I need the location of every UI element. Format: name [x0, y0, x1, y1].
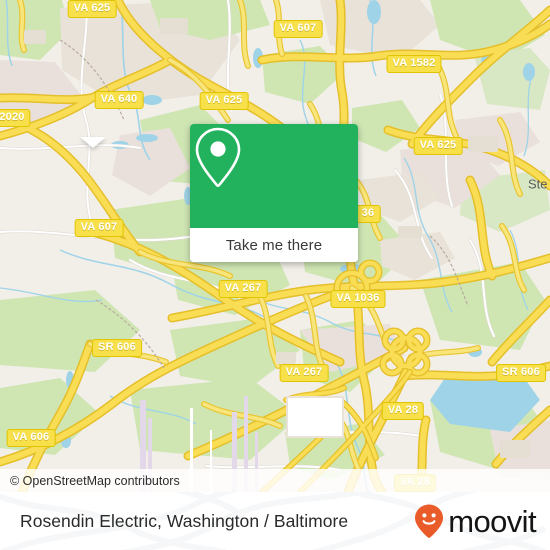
- road-shield: VA 28: [381, 402, 425, 420]
- map-canvas[interactable]: .grn { fill:#cfe6b3; } .grn2 { fill:#d9e…: [0, 0, 550, 492]
- callout-icon-area: [190, 124, 358, 228]
- road-shield: VA 1582: [386, 55, 442, 73]
- moovit-brand[interactable]: moovit: [412, 492, 537, 550]
- page-title: Rosendin Electric, Washington / Baltimor…: [20, 510, 349, 531]
- road-shield: 36: [355, 205, 381, 223]
- road-shield: 2020: [0, 109, 31, 127]
- callout-button-area[interactable]: Take me there: [190, 228, 358, 262]
- road-shield: VA 267: [218, 280, 268, 298]
- road-shield: VA 625: [199, 92, 249, 110]
- road-shield: VA 607: [74, 219, 124, 237]
- road-shield: VA 607: [273, 20, 323, 38]
- moovit-smiley-pin-icon: [415, 504, 444, 538]
- take-me-there-label: Take me there: [225, 236, 323, 254]
- map-attribution: © OpenStreetMap contributors: [0, 469, 550, 492]
- road-shield: VA 640: [94, 91, 144, 109]
- place-label: Ste: [528, 176, 548, 192]
- callout-tail: [80, 137, 106, 148]
- road-shield: VA 625: [67, 0, 117, 18]
- road-shield: SR 606: [92, 339, 142, 357]
- moovit-location-card: .grn { fill:#cfe6b3; } .grn2 { fill:#d9e…: [0, 0, 550, 550]
- road-shield: VA 625: [413, 137, 463, 155]
- road-shield: VA 606: [6, 429, 56, 447]
- road-shield: VA 1036: [330, 290, 386, 308]
- footer-bar: Rosendin Electric, Washington / Baltimor…: [0, 492, 550, 550]
- road-shield: VA 267: [279, 364, 329, 382]
- moovit-wordmark: moovit: [448, 503, 536, 539]
- take-me-there-callout[interactable]: Take me there: [190, 124, 358, 262]
- attribution-text: © OpenStreetMap contributors: [10, 473, 180, 488]
- road-shield: SR 606: [496, 364, 546, 382]
- map-pin-icon: [195, 127, 241, 187]
